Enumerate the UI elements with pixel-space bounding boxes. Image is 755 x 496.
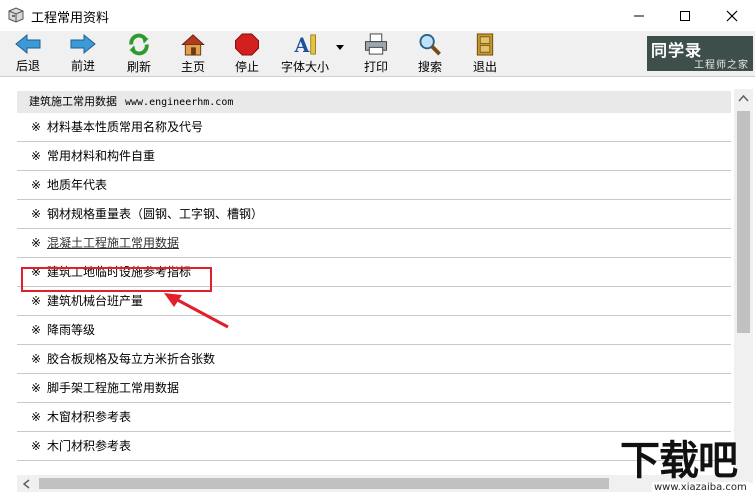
watermark-url: www.xiazaiba.com — [652, 482, 749, 493]
list-item-marker: ※ — [31, 178, 42, 192]
list-item-marker: ※ — [31, 236, 42, 250]
list-item-link[interactable]: 脚手架工程施工常用数据 — [47, 381, 179, 395]
list-item[interactable]: ※ 混凝土工程施工常用数据 — [17, 229, 731, 258]
vertical-scroll-thumb[interactable] — [737, 111, 750, 333]
brand-logo: 同学录 工程师之家 — [647, 36, 753, 71]
font-size-icon: A — [293, 34, 316, 56]
list-item-marker: ※ — [31, 323, 42, 337]
list-item-link[interactable]: 降雨等级 — [47, 323, 95, 337]
refresh-button[interactable]: 刷新 — [123, 33, 155, 75]
list-item[interactable]: ※ 胶合板规格及每立方米折合张数 — [17, 345, 731, 374]
font-size-button[interactable]: A 字体大小 — [277, 33, 333, 75]
list-item-link[interactable]: 建筑机械台班产量 — [47, 294, 143, 308]
list-item[interactable]: ※ 木窗材积参考表 — [17, 403, 731, 432]
list-item-link[interactable]: 木门材积参考表 — [47, 439, 131, 453]
home-icon — [181, 34, 205, 56]
list-item-link[interactable]: 常用材料和构件自重 — [47, 149, 155, 163]
forward-label: 前进 — [70, 59, 95, 73]
window-title: 工程常用资料 — [31, 11, 110, 26]
home-button[interactable]: 主页 — [177, 33, 209, 75]
list-item-marker: ※ — [31, 439, 42, 453]
list-item[interactable]: ※ 钢材规格重量表（圆钢、工字钢、槽钢） — [17, 200, 731, 229]
maximize-button[interactable] — [662, 0, 708, 31]
list-item[interactable]: ※ 降雨等级 — [17, 316, 731, 345]
exit-door-icon — [476, 33, 494, 56]
list-item[interactable]: ※ 材料基本性质常用名称及代号 — [17, 113, 731, 142]
back-button[interactable]: 后退 — [12, 33, 44, 75]
list-item[interactable]: ※ 地质年代表 — [17, 171, 731, 200]
list-header-title: 建筑施工常用数据 — [29, 95, 117, 108]
forward-button[interactable]: 前进 — [67, 33, 99, 75]
home-label: 主页 — [180, 60, 205, 74]
close-button[interactable] — [709, 0, 755, 31]
printer-icon — [364, 33, 388, 55]
list-item-marker: ※ — [31, 352, 42, 366]
list-item-marker: ※ — [31, 149, 42, 163]
font-size-label: 字体大小 — [280, 60, 329, 74]
highlight-box — [21, 267, 212, 292]
title-bar: 工程常用资料 — [0, 0, 755, 31]
minimize-button[interactable] — [616, 0, 662, 31]
list-item-link[interactable]: 木窗材积参考表 — [47, 410, 131, 424]
forward-arrow-icon — [70, 33, 96, 55]
svg-text:A: A — [293, 34, 310, 56]
list-item-marker: ※ — [31, 381, 42, 395]
list-item-marker: ※ — [31, 207, 42, 221]
list-item-marker: ※ — [31, 410, 42, 424]
watermark-logo-text: 下载吧 — [620, 438, 738, 484]
content-area: 建筑施工常用数据 www.engineerhm.com ※ 材料基本性质常用名称及代… — [0, 77, 755, 496]
back-arrow-icon — [15, 33, 41, 55]
back-label: 后退 — [15, 59, 40, 73]
scroll-up-icon[interactable] — [738, 94, 749, 102]
close-icon — [726, 10, 738, 21]
search-button[interactable]: 搜索 — [414, 33, 446, 75]
scroll-left-icon[interactable] — [22, 479, 30, 489]
maximize-icon — [680, 10, 690, 21]
print-label: 打印 — [363, 60, 388, 74]
search-icon — [419, 33, 441, 56]
brand-sub-text: 工程师之家 — [694, 60, 749, 71]
exit-button[interactable]: 退出 — [469, 33, 501, 75]
refresh-label: 刷新 — [126, 60, 151, 74]
watermark: 下载吧 www.xiazaiba.com — [620, 437, 755, 496]
minimize-icon — [634, 15, 644, 16]
stop-icon — [235, 33, 259, 56]
horizontal-scroll-thumb[interactable] — [39, 478, 609, 489]
list-item-link[interactable]: 钢材规格重量表（圆钢、工字钢、槽钢） — [47, 207, 263, 221]
stop-label: 停止 — [234, 60, 259, 74]
refresh-icon — [129, 33, 149, 56]
list-item-link[interactable]: 材料基本性质常用名称及代号 — [47, 120, 203, 134]
red-arrow-icon — [164, 293, 229, 329]
stop-button[interactable]: 停止 — [231, 33, 263, 75]
app-icon — [8, 7, 24, 23]
list-item[interactable]: ※ 脚手架工程施工常用数据 — [17, 374, 731, 403]
list-header: 建筑施工常用数据 www.engineerhm.com — [17, 91, 731, 113]
list-item-marker: ※ — [31, 120, 42, 134]
list-item-link[interactable]: 混凝土工程施工常用数据 — [47, 236, 179, 250]
search-label: 搜索 — [417, 60, 442, 74]
dropdown-arrow-icon — [336, 45, 344, 50]
vertical-scrollbar[interactable] — [734, 89, 753, 483]
list-item-link[interactable]: 地质年代表 — [47, 178, 107, 192]
list-header-url: www.engineerhm.com — [125, 97, 234, 108]
list-item[interactable]: ※ 常用材料和构件自重 — [17, 142, 731, 171]
list-item-link[interactable]: 胶合板规格及每立方米折合张数 — [47, 352, 215, 366]
print-button[interactable]: 打印 — [360, 33, 392, 75]
exit-label: 退出 — [472, 60, 497, 74]
toolbar: 后退 前进 刷新 主页 停止 A 字体大小 打印 搜索 退出 同学录 工程师之家 — [0, 31, 755, 77]
